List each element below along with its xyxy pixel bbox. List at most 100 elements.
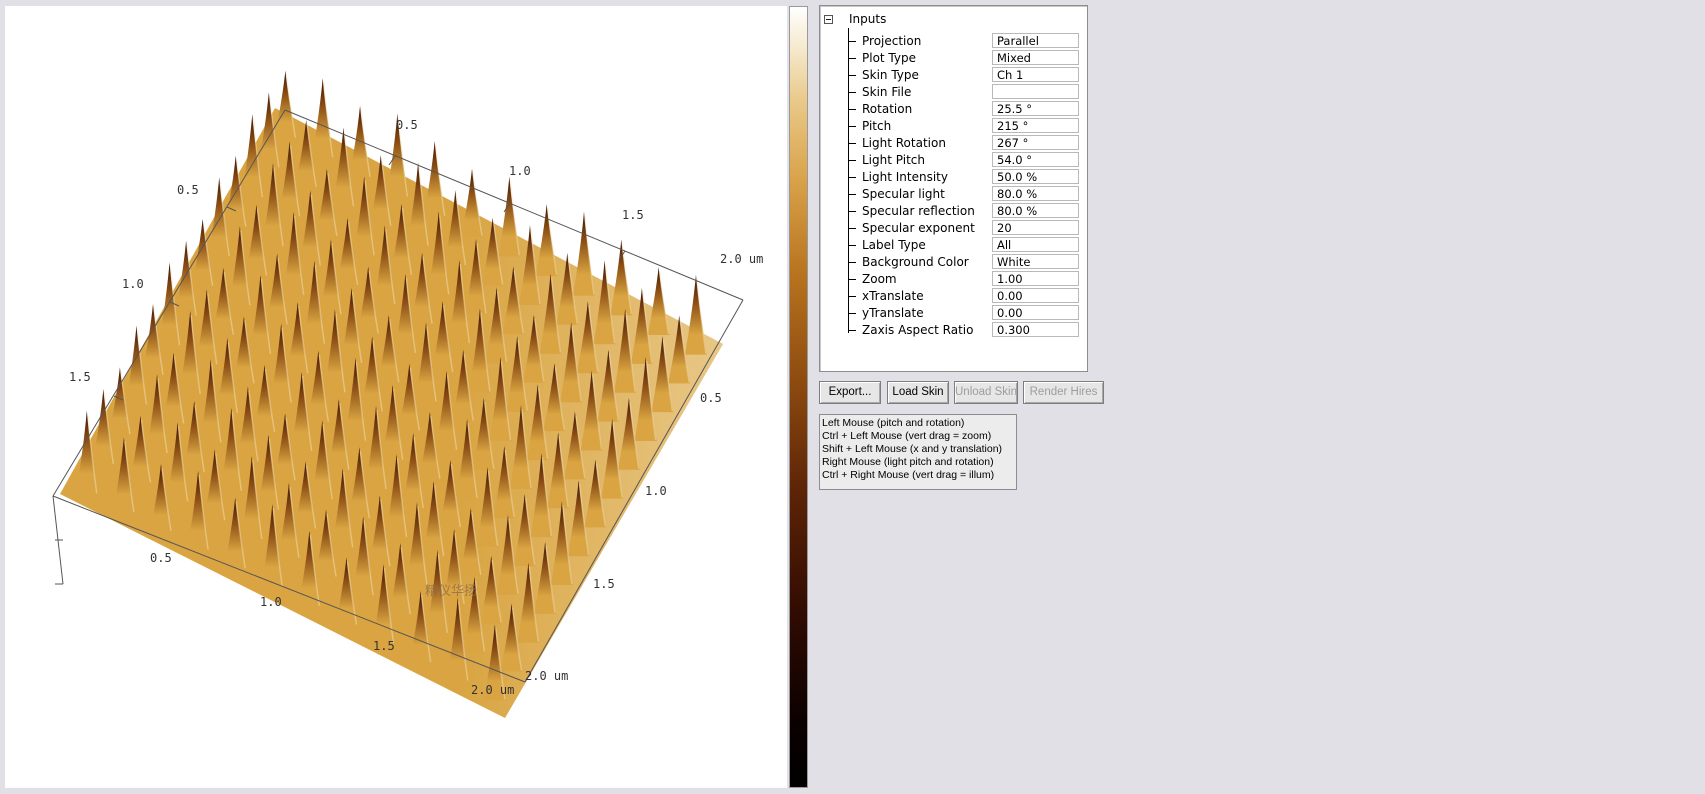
collapse-minus-icon[interactable] (824, 14, 833, 24)
left-axis-tick-label: 1.0 (122, 277, 144, 291)
property-name: Pitch (862, 119, 892, 133)
property-row[interactable]: xTranslate 0.00 (848, 288, 1084, 304)
property-value-field[interactable]: 1.00 (992, 271, 1079, 286)
help-line: Right Mouse (light pitch and rotation) (822, 456, 994, 468)
tree-branch-line (848, 143, 856, 144)
property-value-field[interactable]: 80.0 % (992, 203, 1079, 218)
property-row[interactable]: Label Type All (848, 237, 1084, 253)
surface-peak (684, 274, 707, 355)
help-line: Ctrl + Left Mouse (vert drag = zoom) (822, 430, 992, 442)
property-value-field[interactable]: 20 (992, 220, 1079, 235)
property-name: xTranslate (862, 289, 924, 303)
property-row[interactable]: Specular reflection 80.0 % (848, 203, 1084, 219)
property-name: yTranslate (862, 306, 924, 320)
top-axis-tick-label: 2.0 um (720, 252, 764, 266)
property-row[interactable]: yTranslate 0.00 (848, 305, 1084, 321)
top-axis-tick-label: 1.5 (622, 208, 644, 222)
property-row[interactable]: Light Rotation 267 ° (848, 135, 1084, 151)
surface-layer (60, 70, 723, 718)
tree-branch-line (848, 177, 856, 178)
property-name: Specular reflection (862, 204, 975, 218)
property-row[interactable]: Projection Parallel (848, 33, 1084, 49)
surface-peak (498, 176, 521, 257)
render-hires-button[interactable]: Render Hires (1023, 381, 1104, 404)
property-value-field[interactable]: 215 ° (992, 118, 1079, 133)
tree-branch-line (848, 194, 856, 195)
bottom-axis-tick-label: 1.5 (373, 639, 395, 653)
property-name: Light Pitch (862, 153, 925, 167)
tree-branch-line (848, 92, 856, 93)
tree-branch-line (848, 228, 856, 229)
left-axis-tick-label: 0.5 (177, 183, 199, 197)
property-row[interactable]: Light Intensity 50.0 % (848, 169, 1084, 185)
tree-branch-line (848, 313, 856, 314)
property-value-field[interactable]: Ch 1 (992, 67, 1079, 82)
property-name: Light Intensity (862, 170, 948, 184)
property-name: Specular exponent (862, 221, 975, 235)
unload-skin-button[interactable]: Unload Skin (954, 381, 1018, 404)
property-value-field[interactable]: 0.00 (992, 305, 1079, 320)
property-value-field[interactable]: 267 ° (992, 135, 1079, 150)
property-value-field[interactable] (992, 84, 1079, 99)
tree-branch-line (848, 160, 856, 161)
mouse-help-box: Left Mouse (pitch and rotation) Ctrl + L… (819, 414, 1017, 490)
property-value-field[interactable]: All (992, 237, 1079, 252)
property-name: Zaxis Aspect Ratio (862, 323, 974, 337)
help-line: Left Mouse (pitch and rotation) (822, 417, 965, 429)
tree-branch-line (848, 126, 856, 127)
property-value-field[interactable]: 80.0 % (992, 186, 1079, 201)
property-value-field[interactable]: 50.0 % (992, 169, 1079, 184)
property-value-field[interactable]: Mixed (992, 50, 1079, 65)
property-row[interactable]: Zaxis Aspect Ratio 0.300 (848, 322, 1084, 338)
right-axis-tick-label: 1.5 (593, 577, 615, 591)
property-row[interactable]: Light Pitch 54.0 ° (848, 152, 1084, 168)
right-axis-tick-label: 2.0 um (525, 669, 569, 683)
inputs-tree-node[interactable]: Inputs (824, 11, 886, 27)
property-row[interactable]: Plot Type Mixed (848, 50, 1084, 66)
tree-branch-line (848, 245, 856, 246)
tree-branch-line (848, 262, 856, 263)
property-row[interactable]: Skin File (848, 84, 1084, 100)
property-value-field[interactable]: 0.00 (992, 288, 1079, 303)
property-value-field[interactable]: 25.5 ° (992, 101, 1079, 116)
load-skin-button[interactable]: Load Skin (887, 381, 949, 404)
property-value-field[interactable]: White (992, 254, 1079, 269)
help-line: Shift + Left Mouse (x and y translation) (822, 443, 1003, 455)
property-row[interactable]: Background Color White (848, 254, 1084, 270)
surface-peak (274, 70, 297, 139)
tree-branch-line (848, 41, 856, 42)
property-name: Rotation (862, 102, 913, 116)
property-name: Plot Type (862, 51, 916, 65)
property-name: Light Rotation (862, 136, 946, 150)
watermark-text: 精仪华扬 (425, 584, 478, 599)
property-value-field[interactable]: 54.0 ° (992, 152, 1079, 167)
tree-branch-line (848, 279, 856, 280)
tree-branch-line (848, 58, 856, 59)
surface-peak (610, 239, 633, 316)
help-line: Ctrl + Right Mouse (vert drag = illum) (822, 469, 995, 481)
property-value-field[interactable]: 0.300 (992, 322, 1079, 337)
bottom-axis-tick-label: 2.0 um (471, 683, 515, 697)
property-name: Label Type (862, 238, 926, 252)
property-row[interactable]: Rotation 25.5 ° (848, 101, 1084, 117)
surface-plot-viewport[interactable]: 0.5 1.0 1.5 2.0 um 0.5 1.0 1.5 0.5 1.0 1… (5, 6, 787, 788)
property-row[interactable]: Zoom 1.00 (848, 271, 1084, 287)
tree-branch-line (848, 75, 856, 76)
surface-peak (647, 266, 670, 335)
export-button[interactable]: Export... (819, 381, 881, 404)
property-value-field[interactable]: Parallel (992, 33, 1079, 48)
property-name: Background Color (862, 255, 969, 269)
property-name: Skin Type (862, 68, 919, 82)
surface-peak (349, 105, 372, 178)
property-name: Specular light (862, 187, 945, 201)
surface-peak (461, 168, 484, 237)
property-row[interactable]: Pitch 215 ° (848, 118, 1084, 134)
property-name: Zoom (862, 272, 897, 286)
height-color-scale-bar (789, 6, 808, 788)
property-row[interactable]: Specular light 80.0 % (848, 186, 1084, 202)
right-axis-tick-label: 0.5 (700, 391, 722, 405)
top-axis-tick-label: 1.0 (509, 164, 531, 178)
property-row[interactable]: Specular exponent 20 (848, 220, 1084, 236)
tree-branch-line (848, 330, 856, 331)
property-row[interactable]: Skin Type Ch 1 (848, 67, 1084, 83)
